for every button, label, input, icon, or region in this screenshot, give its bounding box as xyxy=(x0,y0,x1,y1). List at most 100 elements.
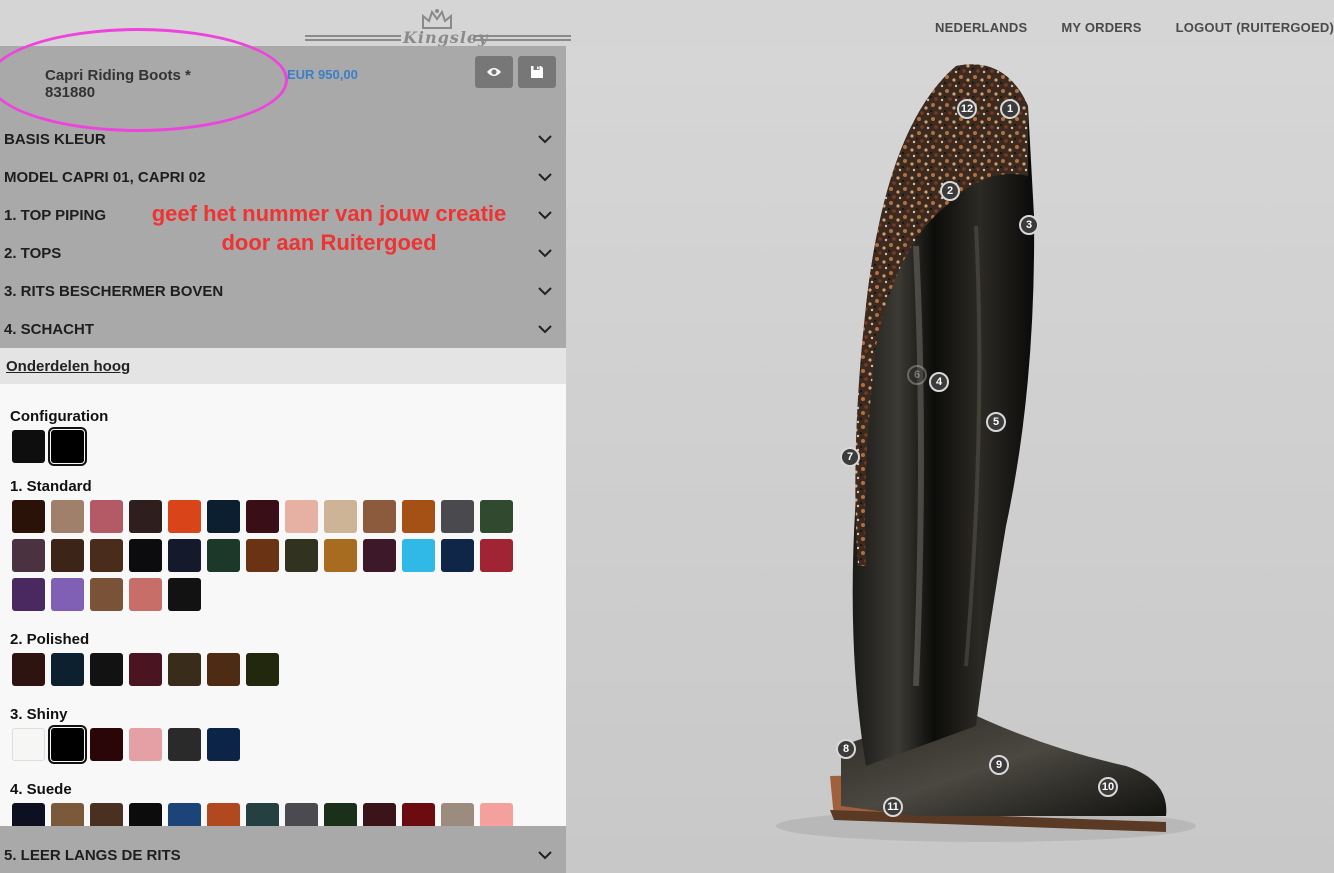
hotspot-1[interactable]: 1 xyxy=(1000,99,1020,119)
hotspot-5[interactable]: 5 xyxy=(986,412,1006,432)
hotspot-9[interactable]: 9 xyxy=(989,755,1009,775)
color-picker: Configuration 1. Standard 2. Polished 3.… xyxy=(0,384,566,826)
boot-preview[interactable]: 1 2 3 4 5 6 7 8 9 10 11 12 xyxy=(566,46,1334,873)
color-swatch[interactable] xyxy=(168,728,201,761)
accordion-label: 5. LEER LANGS DE RITS xyxy=(4,847,181,864)
color-swatch[interactable] xyxy=(285,539,318,572)
eye-icon xyxy=(487,68,501,76)
color-swatch[interactable] xyxy=(207,653,240,686)
color-swatch[interactable] xyxy=(12,539,45,572)
accordion-label: BASIS KLEUR xyxy=(4,130,106,148)
top-navigation: NEDERLANDS MY ORDERS LOGOUT (RUITERGOED) xyxy=(935,20,1334,35)
color-swatch[interactable] xyxy=(441,500,474,533)
preview-button[interactable] xyxy=(475,56,513,88)
color-swatch[interactable] xyxy=(441,803,474,826)
hotspot-11[interactable]: 11 xyxy=(883,797,903,817)
color-swatch[interactable] xyxy=(168,803,201,826)
color-swatch[interactable] xyxy=(441,539,474,572)
hotspot-10[interactable]: 10 xyxy=(1098,777,1118,797)
color-swatch[interactable] xyxy=(12,500,45,533)
color-swatch[interactable] xyxy=(363,803,396,826)
color-swatch[interactable] xyxy=(207,728,240,761)
hotspot-2[interactable]: 2 xyxy=(940,181,960,201)
crown-icon xyxy=(422,9,452,29)
color-swatch[interactable] xyxy=(48,725,87,764)
color-swatch[interactable] xyxy=(12,728,45,761)
color-swatch[interactable] xyxy=(90,539,123,572)
color-swatch[interactable] xyxy=(402,539,435,572)
my-orders-link[interactable]: MY ORDERS xyxy=(1061,20,1141,35)
group-title-standard: 1. Standard xyxy=(10,478,92,495)
color-swatch[interactable] xyxy=(480,539,513,572)
hotspot-7[interactable]: 7 xyxy=(840,447,860,467)
accordion-label: 3. RITS BESCHERMER BOVEN xyxy=(4,282,224,300)
color-swatch[interactable] xyxy=(402,500,435,533)
color-swatch[interactable] xyxy=(480,803,513,826)
hotspot-12[interactable]: 12 xyxy=(957,99,977,119)
color-swatch[interactable] xyxy=(363,500,396,533)
color-swatch[interactable] xyxy=(168,653,201,686)
color-swatch[interactable] xyxy=(90,578,123,611)
accordion-leer-langs-rits[interactable]: 5. LEER LANGS DE RITS xyxy=(0,838,566,873)
color-swatch[interactable] xyxy=(12,578,45,611)
logout-link[interactable]: LOGOUT (RUITERGOED) xyxy=(1176,20,1334,35)
color-swatch[interactable] xyxy=(207,539,240,572)
accordion-model[interactable]: MODEL CAPRI 01, CAPRI 02 xyxy=(0,158,566,196)
chevron-down-icon xyxy=(538,324,552,333)
chevron-down-icon xyxy=(538,286,552,295)
color-swatch[interactable] xyxy=(285,803,318,826)
color-swatch[interactable] xyxy=(48,427,87,466)
color-swatch[interactable] xyxy=(129,539,162,572)
color-swatch[interactable] xyxy=(402,803,435,826)
swatches-shiny xyxy=(12,725,532,764)
color-swatch[interactable] xyxy=(168,539,201,572)
color-swatch[interactable] xyxy=(246,500,279,533)
accordion-basis-kleur[interactable]: BASIS KLEUR xyxy=(0,120,566,158)
color-swatch[interactable] xyxy=(246,803,279,826)
swatches-standard xyxy=(12,500,532,611)
color-swatch[interactable] xyxy=(285,500,318,533)
color-swatch[interactable] xyxy=(129,803,162,826)
color-swatch[interactable] xyxy=(324,539,357,572)
hotspot-6[interactable]: 6 xyxy=(907,365,927,385)
group-title-polished: 2. Polished xyxy=(10,631,90,648)
color-swatch[interactable] xyxy=(246,539,279,572)
color-swatch[interactable] xyxy=(90,728,123,761)
color-swatch[interactable] xyxy=(90,653,123,686)
accordion-rits-beschermer[interactable]: 3. RITS BESCHERMER BOVEN xyxy=(0,272,566,310)
color-swatch[interactable] xyxy=(129,653,162,686)
hotspot-8[interactable]: 8 xyxy=(836,739,856,759)
accordion-schacht[interactable]: 4. SCHACHT xyxy=(0,310,566,348)
color-swatch[interactable] xyxy=(51,653,84,686)
color-swatch[interactable] xyxy=(129,500,162,533)
color-swatch[interactable] xyxy=(480,500,513,533)
accordion-label: MODEL CAPRI 01, CAPRI 02 xyxy=(4,168,206,186)
color-swatch[interactable] xyxy=(51,803,84,826)
color-swatch[interactable] xyxy=(12,803,45,826)
language-link[interactable]: NEDERLANDS xyxy=(935,20,1027,35)
color-swatch[interactable] xyxy=(51,578,84,611)
subsection-link[interactable]: Onderdelen hoog xyxy=(6,358,130,375)
hotspot-4[interactable]: 4 xyxy=(929,372,949,392)
color-swatch[interactable] xyxy=(168,500,201,533)
logo-text: Kingsley xyxy=(403,28,489,47)
color-swatch[interactable] xyxy=(324,500,357,533)
color-swatch[interactable] xyxy=(12,430,45,463)
color-swatch[interactable] xyxy=(51,539,84,572)
save-button[interactable] xyxy=(518,56,556,88)
color-swatch[interactable] xyxy=(168,578,201,611)
color-swatch[interactable] xyxy=(207,803,240,826)
color-swatch[interactable] xyxy=(90,803,123,826)
color-swatch[interactable] xyxy=(246,653,279,686)
color-swatch[interactable] xyxy=(129,578,162,611)
color-swatch[interactable] xyxy=(207,500,240,533)
color-swatch[interactable] xyxy=(51,500,84,533)
chevron-down-icon xyxy=(538,248,552,257)
color-swatch[interactable] xyxy=(363,539,396,572)
color-swatch[interactable] xyxy=(324,803,357,826)
brand-logo[interactable]: Kingsley xyxy=(305,8,571,48)
color-swatch[interactable] xyxy=(129,728,162,761)
color-swatch[interactable] xyxy=(90,500,123,533)
hotspot-3[interactable]: 3 xyxy=(1019,215,1039,235)
color-swatch[interactable] xyxy=(12,653,45,686)
